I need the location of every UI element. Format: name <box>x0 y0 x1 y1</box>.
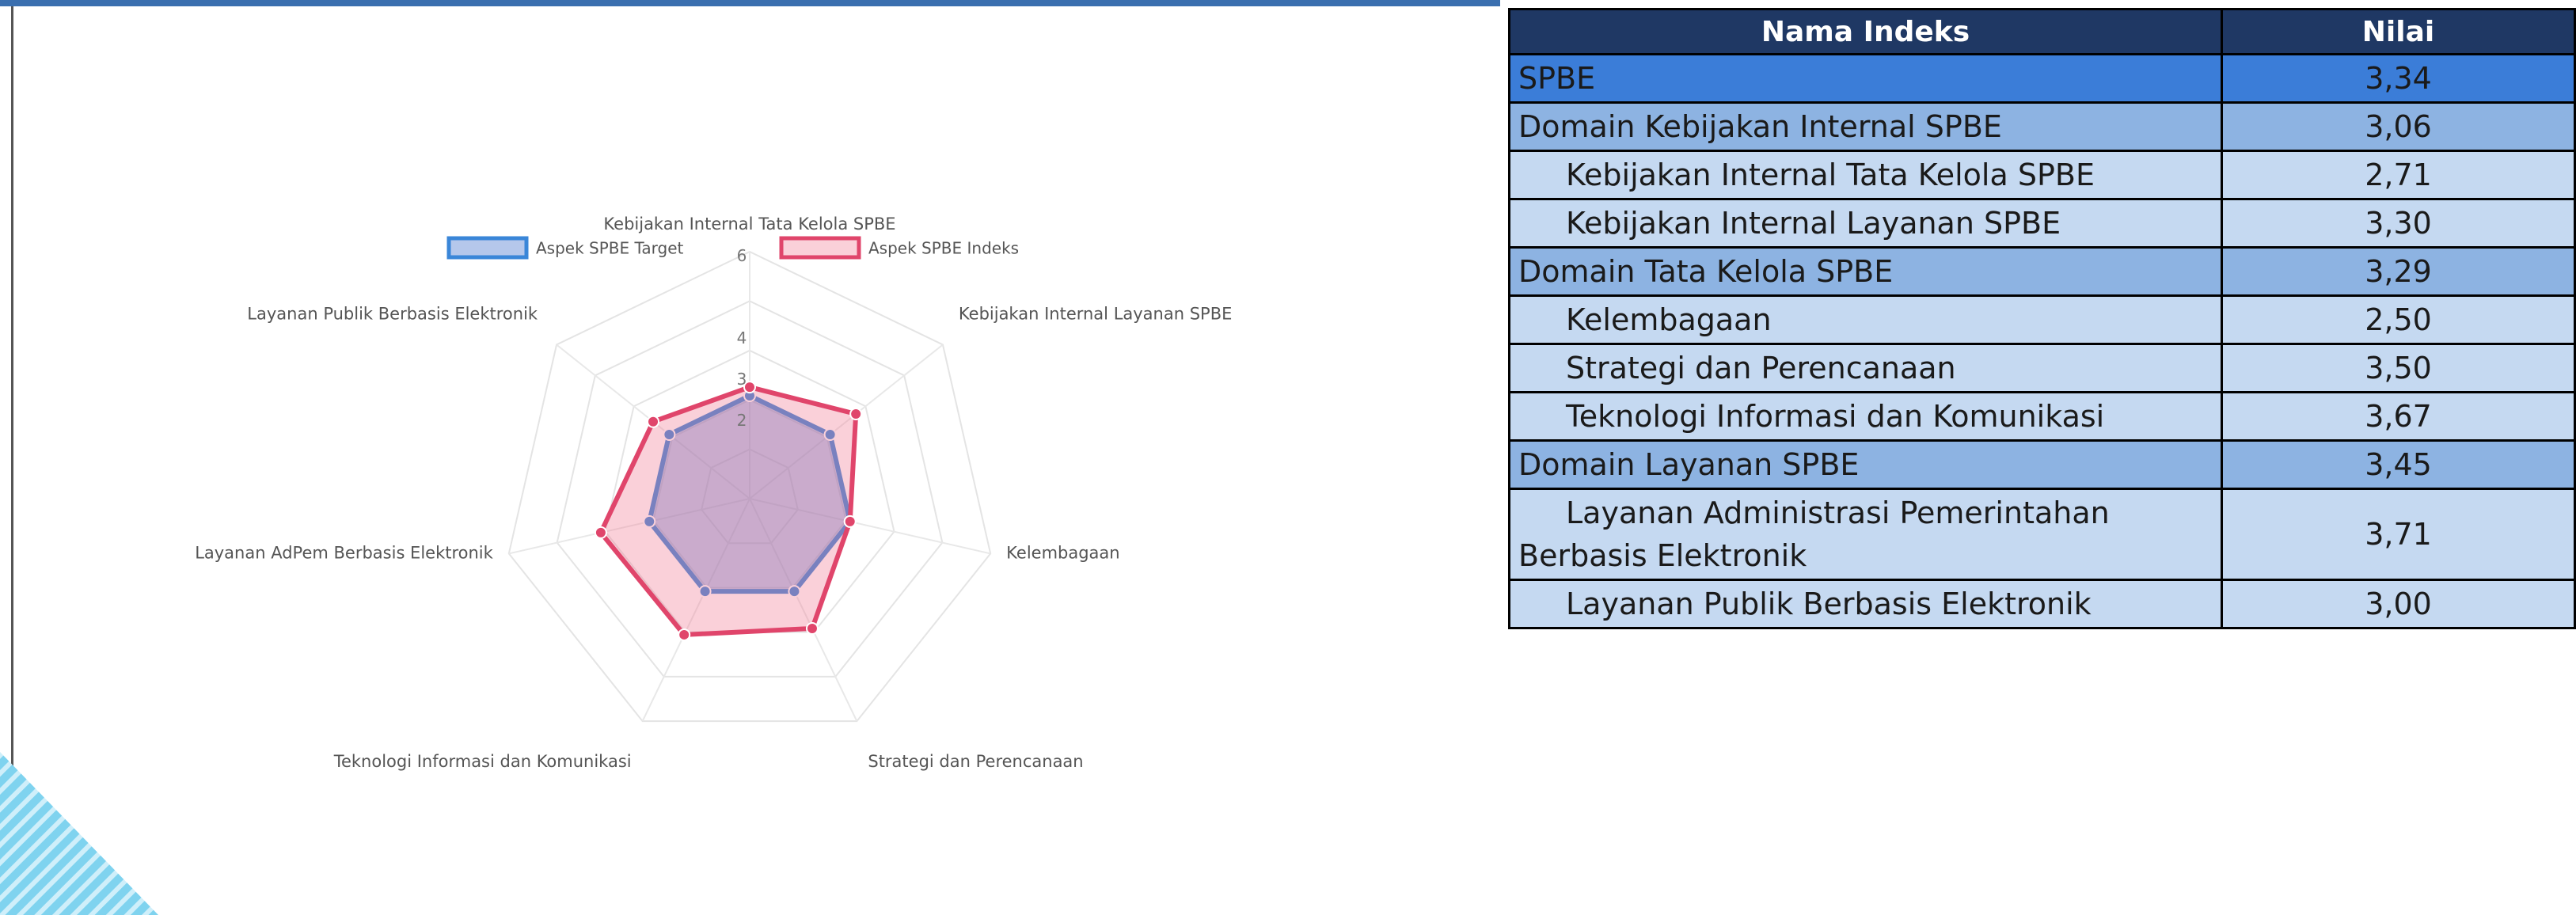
legend-label: Aspek SPBE Indeks <box>868 239 1019 258</box>
index-value-cell: 3,29 <box>2221 246 2576 297</box>
decorative-corner-stripes <box>0 752 158 915</box>
axis-label: Kelembagaan <box>1006 543 1119 562</box>
index-value-cell: 2,50 <box>2221 294 2576 345</box>
index-value-cell: 3,50 <box>2221 343 2576 393</box>
table-row: Strategi dan Perencanaan 3,50 <box>1508 343 2576 393</box>
legend-swatch <box>779 236 861 260</box>
tick-label: 3 <box>737 370 747 389</box>
index-name-cell: Domain Tata Kelola SPBE <box>1508 246 2223 297</box>
table-row: Kelembagaan 2,50 <box>1508 294 2576 345</box>
table-row: Layanan Administrasi Pemerintahan Berbas… <box>1508 488 2576 581</box>
header-nilai: Nilai <box>2221 8 2576 55</box>
index-name-cell: Layanan Administrasi Pemerintahan Berbas… <box>1508 488 2223 581</box>
axis-label: Kebijakan Internal Layanan SPBE <box>959 304 1232 323</box>
index-value-cell: 3,30 <box>2221 198 2576 249</box>
tick-label: 6 <box>737 246 747 265</box>
table-body: SPBE 3,34 Domain Kebijakan Internal SPBE 3,… <box>1508 53 2576 629</box>
index-name-cell: Strategi dan Perencanaan <box>1508 343 2223 393</box>
data-point <box>678 628 691 641</box>
index-name-cell: Layanan Publik Berbasis Elektronik <box>1508 579 2223 629</box>
table-row: SPBE 3,34 <box>1508 53 2576 104</box>
index-value-cell: 3,00 <box>2221 579 2576 629</box>
table-row: Domain Kebijakan Internal SPBE 3,06 <box>1508 101 2576 152</box>
index-value-cell: 3,71 <box>2221 488 2576 581</box>
data-point <box>805 621 819 635</box>
tick-label: 4 <box>737 328 747 347</box>
legend-swatch <box>446 236 529 260</box>
data-point <box>594 526 607 539</box>
axis-label: Strategi dan Perencanaan <box>868 752 1083 771</box>
series-area-1 <box>598 385 859 637</box>
radar-chart: 2 3 4 6 Kebijakan Internal Tata Kelola SPBE K… <box>195 215 1232 771</box>
axis-label: Teknologi Informasi dan Komunikasi <box>333 752 632 771</box>
table-row: Teknologi Informasi dan Komunikasi 3,67 <box>1508 391 2576 442</box>
table-row: Kebijakan Internal Tata Kelola SPBE 2,71 <box>1508 150 2576 200</box>
index-value-cell: 3,45 <box>2221 439 2576 490</box>
index-name-cell: Domain Kebijakan Internal SPBE <box>1508 101 2223 152</box>
chart-panel: 2 3 4 6 Kebijakan Internal Tata Kelola SPBE K… <box>11 6 1486 915</box>
data-point <box>647 415 660 428</box>
index-name-cell: Kebijakan Internal Tata Kelola SPBE <box>1508 150 2223 200</box>
axis-label: Layanan AdPem Berbasis Elektronik <box>195 543 493 562</box>
axis-label: Kebijakan Internal Tata Kelola SPBE <box>603 215 895 233</box>
index-name-cell: Kelembagaan <box>1508 294 2223 345</box>
top-border <box>0 0 1500 6</box>
index-name-cell: Kebijakan Internal Layanan SPBE <box>1508 198 2223 249</box>
table-header-row: Nama Indeks Nilai <box>1508 8 2576 55</box>
index-value-cell: 3,34 <box>2221 53 2576 104</box>
tick-label: 2 <box>737 411 747 430</box>
index-table: Nama Indeks Nilai SPBE 3,34 Domain Kebijak… <box>1508 8 2576 629</box>
index-name-cell: Domain Layanan SPBE <box>1508 439 2223 490</box>
data-point <box>843 514 857 528</box>
header-nama-indeks: Nama Indeks <box>1508 8 2223 55</box>
table-row: Layanan Publik Berbasis Elektronik 3,00 <box>1508 579 2576 629</box>
index-value-cell: 3,67 <box>2221 391 2576 442</box>
table-row: Domain Tata Kelola SPBE 3,29 <box>1508 246 2576 297</box>
index-name-cell: Teknologi Informasi dan Komunikasi <box>1508 391 2223 442</box>
index-value-cell: 3,06 <box>2221 101 2576 152</box>
table-row: Kebijakan Internal Layanan SPBE 3,30 <box>1508 198 2576 249</box>
index-value-cell: 2,71 <box>2221 150 2576 200</box>
axis-label: Layanan Publik Berbasis Elektronik <box>247 304 538 323</box>
index-name-cell: SPBE <box>1508 53 2223 104</box>
data-point <box>849 408 863 421</box>
legend-label: Aspek SPBE Target <box>536 239 684 258</box>
table-row: Domain Layanan SPBE 3,45 <box>1508 439 2576 490</box>
